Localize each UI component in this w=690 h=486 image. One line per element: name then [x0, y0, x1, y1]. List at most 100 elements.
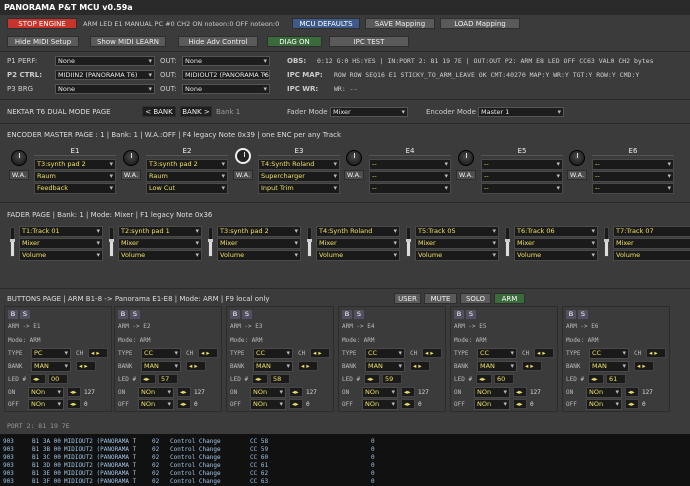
fader-3[interactable]: [208, 227, 213, 257]
type-select[interactable]: CC: [253, 348, 293, 359]
s-button[interactable]: S: [354, 310, 364, 319]
fader-track-select[interactable]: T3:synth pad 2: [217, 226, 301, 237]
on-stepper[interactable]: ◂▸: [177, 387, 191, 397]
p1-in-select[interactable]: None: [55, 56, 155, 66]
fader-mode-select[interactable]: Mixer: [19, 238, 103, 249]
encoder-fx-select[interactable]: --: [592, 171, 674, 182]
encoder-knob-1[interactable]: [11, 150, 27, 166]
off-stepper[interactable]: ◂▸: [67, 399, 81, 409]
fader-mode-select[interactable]: Mixer: [118, 238, 202, 249]
bank-select[interactable]: MAN: [477, 361, 517, 372]
led-value[interactable]: 60: [494, 374, 514, 384]
wa-button-6[interactable]: W.A.: [567, 170, 587, 180]
tab-arm[interactable]: ARM: [494, 293, 525, 304]
fader-mode-select[interactable]: Mixer: [217, 238, 301, 249]
type-select[interactable]: CC: [477, 348, 517, 359]
bank-select[interactable]: MAN: [31, 361, 71, 372]
fader-5[interactable]: [406, 227, 411, 257]
bank-select[interactable]: MAN: [253, 361, 293, 372]
encoder-knob-6[interactable]: [569, 150, 585, 166]
encoder-mode-select[interactable]: Master 1: [478, 107, 564, 117]
s-button[interactable]: S: [578, 310, 588, 319]
encoder-knob-2[interactable]: [123, 150, 139, 166]
bank-stepper[interactable]: ◂ ▸: [186, 361, 206, 371]
on-stepper[interactable]: ◂▸: [289, 387, 303, 397]
fader-track-select[interactable]: T2:synth pad 1: [118, 226, 202, 237]
encoder-fx-select[interactable]: Supercharger: [258, 171, 340, 182]
p2-in-select[interactable]: MIDIIN2 (PANORAMA T6): [55, 70, 155, 80]
fader-1[interactable]: [10, 227, 15, 257]
on-stepper[interactable]: ◂▸: [401, 387, 415, 397]
off-stepper[interactable]: ◂▸: [625, 399, 639, 409]
bank-stepper[interactable]: ◂ ▸: [634, 361, 654, 371]
b-button[interactable]: B: [8, 310, 18, 319]
led-stepper[interactable]: ◂▸: [476, 374, 492, 384]
b-button[interactable]: B: [454, 310, 464, 319]
encoder-track-select[interactable]: T3:synth pad 2: [34, 159, 116, 170]
fader-param-select[interactable]: Volume: [19, 250, 103, 261]
fader-4[interactable]: [307, 227, 312, 257]
mcu-defaults-button[interactable]: MCU DEFAULTS: [292, 18, 360, 29]
encoder-track-select[interactable]: --: [481, 159, 563, 170]
led-value[interactable]: 57: [158, 374, 178, 384]
wa-button-4[interactable]: W.A.: [344, 170, 364, 180]
fader-2[interactable]: [109, 227, 114, 257]
on-type-select[interactable]: NOn: [28, 387, 64, 398]
led-stepper[interactable]: ◂▸: [364, 374, 380, 384]
ch-stepper[interactable]: ◂ ▸: [422, 348, 442, 358]
encoder-param-select[interactable]: --: [369, 183, 451, 194]
fader-track-select[interactable]: T4:Synth Roland: [316, 226, 400, 237]
fader-param-select[interactable]: Volume: [415, 250, 499, 261]
b-button[interactable]: B: [342, 310, 352, 319]
hide-adv-control-button[interactable]: Hide Adv Control: [178, 36, 258, 47]
bank-select[interactable]: MAN: [141, 361, 181, 372]
encoder-track-select[interactable]: --: [592, 159, 674, 170]
encoder-param-select[interactable]: --: [592, 183, 674, 194]
fader-param-select[interactable]: Volume: [316, 250, 400, 261]
diag-on-button[interactable]: DIAG ON: [267, 36, 322, 47]
off-type-select[interactable]: NOn: [28, 399, 64, 410]
off-stepper[interactable]: ◂▸: [289, 399, 303, 409]
ch-stepper[interactable]: ◂ ▸: [88, 348, 108, 358]
s-button[interactable]: S: [130, 310, 140, 319]
bank-stepper[interactable]: ◂ ▸: [76, 361, 96, 371]
tab-mute[interactable]: MUTE: [424, 293, 457, 304]
fader-param-select[interactable]: Volume: [613, 250, 690, 261]
fader-track-select[interactable]: T6:Track 06: [514, 226, 598, 237]
b-button[interactable]: B: [230, 310, 240, 319]
off-type-select[interactable]: NOn: [586, 399, 622, 410]
encoder-param-select[interactable]: Low Cut: [146, 183, 228, 194]
fader-mode-select[interactable]: Mixer: [514, 238, 598, 249]
led-stepper[interactable]: ◂▸: [252, 374, 268, 384]
stop-engine-button[interactable]: STOP ENGINE: [7, 18, 77, 29]
encoder-track-select[interactable]: --: [369, 159, 451, 170]
wa-button-2[interactable]: W.A.: [121, 170, 141, 180]
bank-stepper[interactable]: ◂ ▸: [410, 361, 430, 371]
ch-stepper[interactable]: ◂ ▸: [646, 348, 666, 358]
bank-prev-button[interactable]: < BANK: [142, 106, 176, 117]
bank-stepper[interactable]: ◂ ▸: [522, 361, 542, 371]
on-stepper[interactable]: ◂▸: [513, 387, 527, 397]
encoder-fx-select[interactable]: --: [369, 171, 451, 182]
type-select[interactable]: CC: [365, 348, 405, 359]
hide-midi-setup-button[interactable]: Hide MIDI Setup: [7, 36, 79, 47]
show-midi-learn-button[interactable]: Show MIDI LEARN: [90, 36, 166, 47]
tab-solo[interactable]: SOLO: [460, 293, 491, 304]
led-value[interactable]: 00: [48, 374, 68, 384]
off-stepper[interactable]: ◂▸: [401, 399, 415, 409]
encoder-fx-select[interactable]: Raum: [146, 171, 228, 182]
on-stepper[interactable]: ◂▸: [625, 387, 639, 397]
fader-mode-select[interactable]: Mixer: [330, 107, 408, 117]
p1-out-select[interactable]: None: [182, 56, 270, 66]
type-select[interactable]: CC: [141, 348, 181, 359]
fader-mode-select[interactable]: Mixer: [613, 238, 690, 249]
encoder-fx-select[interactable]: Raum: [34, 171, 116, 182]
tab-user[interactable]: USER: [394, 293, 421, 304]
save-mapping-button[interactable]: SAVE Mapping: [365, 18, 435, 29]
fader-param-select[interactable]: Volume: [118, 250, 202, 261]
ch-stepper[interactable]: ◂ ▸: [198, 348, 218, 358]
on-type-select[interactable]: NOn: [474, 387, 510, 398]
encoder-param-select[interactable]: Input Trim: [258, 183, 340, 194]
led-stepper[interactable]: ◂▸: [588, 374, 604, 384]
fader-track-select[interactable]: T7:Track 07: [613, 226, 690, 237]
